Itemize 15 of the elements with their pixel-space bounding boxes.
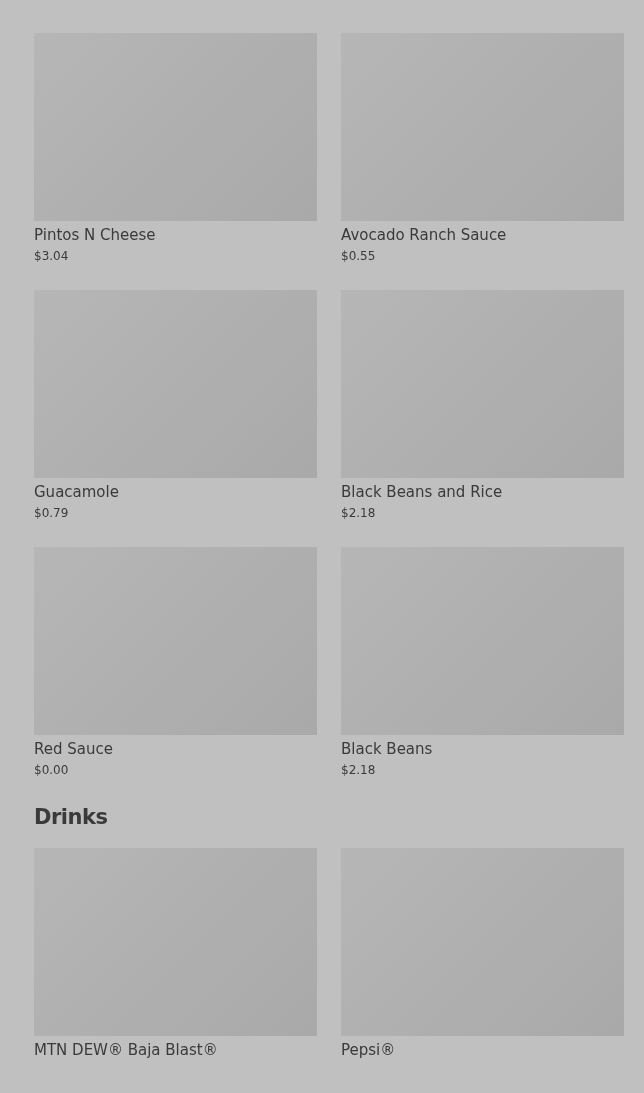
item-price: $2.18 [341, 505, 377, 521]
item-price: $0.00 [34, 762, 70, 778]
item-price: $0.79 [34, 505, 70, 521]
section-heading: Drinks [34, 804, 109, 831]
item-name: Red Sauce [34, 739, 114, 759]
item-name: Guacamole [34, 482, 120, 502]
item-price: $2.18 [341, 762, 377, 778]
item-name: Black Beans [341, 739, 434, 759]
item-price: $3.04 [34, 248, 70, 264]
item-name: Avocado Ranch Sauce [341, 225, 508, 245]
item-name: MTN DEW® Baja Blast® [34, 1040, 219, 1060]
item-name: Pintos N Cheese [34, 225, 157, 245]
item-price: $0.55 [341, 248, 377, 264]
item-name: Black Beans and Rice [341, 482, 504, 502]
item-name: Pepsi® [341, 1040, 397, 1060]
